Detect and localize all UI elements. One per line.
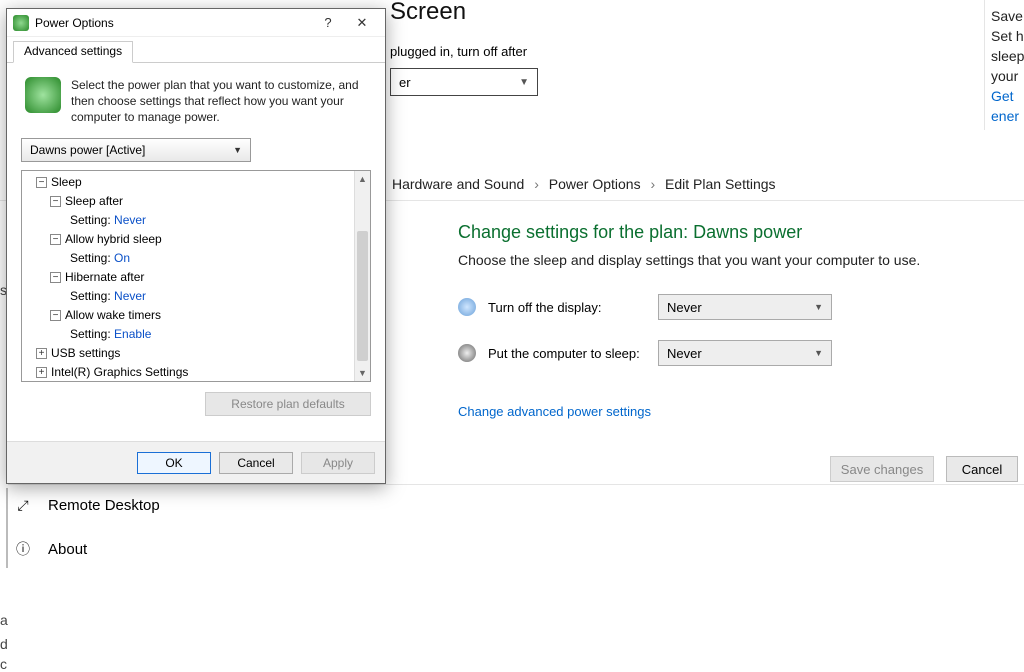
stray-char: a xyxy=(0,612,8,628)
page-title: Change settings for the plan: Dawns powe… xyxy=(458,222,802,243)
dialog-hint: Select the power plan that you want to c… xyxy=(7,63,385,136)
dialog-titlebar[interactable]: Power Options ? ✕ xyxy=(7,9,385,37)
tree-node-sleep-after[interactable]: −Sleep after xyxy=(26,192,366,211)
sleep-select[interactable]: Never ▼ xyxy=(658,340,832,366)
expand-icon[interactable]: + xyxy=(36,348,47,359)
chevron-down-icon: ▼ xyxy=(233,145,242,155)
chevron-right-icon: › xyxy=(650,176,655,192)
scroll-down-button[interactable]: ▼ xyxy=(355,365,370,381)
sidebar-item-label: Remote Desktop xyxy=(48,497,160,514)
right-rail: Save Set h sleep your Get ener xyxy=(984,0,1024,130)
tree-node-hibernate-after[interactable]: −Hibernate after xyxy=(26,268,366,287)
right-text: sleep xyxy=(991,48,1024,64)
battery-icon xyxy=(25,77,61,113)
breadcrumb-item[interactable]: Hardware and Sound xyxy=(392,176,524,192)
scrollbar[interactable]: ▲ ▼ xyxy=(354,171,370,381)
tree-node-hybrid-sleep[interactable]: −Allow hybrid sleep xyxy=(26,230,366,249)
tree-node-sleep[interactable]: −Sleep xyxy=(26,173,366,192)
turn-off-display-row: Turn off the display: Never ▼ xyxy=(458,294,832,320)
collapse-icon[interactable]: − xyxy=(50,196,61,207)
sleep-value: Never xyxy=(667,346,702,361)
sidebar-item-about[interactable]: ⓘ About xyxy=(14,540,87,558)
dialog-hint-text: Select the power plan that you want to c… xyxy=(71,77,371,126)
chevron-down-icon: ▼ xyxy=(814,302,823,312)
ok-button[interactable]: OK xyxy=(137,452,211,474)
tree-node-wake-timers[interactable]: −Allow wake timers xyxy=(26,306,366,325)
tree-node-usb-settings[interactable]: +USB settings xyxy=(26,344,366,363)
tree-leaf-sleep-after-setting[interactable]: Setting: Never xyxy=(26,211,366,230)
tree-node-graphics-settings[interactable]: +Intel(R) Graphics Settings xyxy=(26,363,366,381)
turn-off-display-value: Never xyxy=(667,300,702,315)
right-text: your xyxy=(991,68,1024,84)
power-plan-select[interactable]: Dawns power [Active] ▼ xyxy=(21,138,251,162)
info-icon: ⓘ xyxy=(14,540,32,558)
turn-off-display-select[interactable]: Never ▼ xyxy=(658,294,832,320)
sidebar-item-remote-desktop[interactable]: ⤢ Remote Desktop xyxy=(14,496,160,514)
power-options-icon xyxy=(13,15,29,31)
dialog-tab-row: Advanced settings xyxy=(7,37,385,63)
settings-tree: −Sleep −Sleep after Setting: Never −Allo… xyxy=(21,170,371,382)
setting-value[interactable]: Never xyxy=(114,289,146,303)
tree-leaf-hybrid-sleep-setting[interactable]: Setting: On xyxy=(26,249,366,268)
setting-value[interactable]: On xyxy=(114,251,130,265)
save-changes-button[interactable]: Save changes xyxy=(830,456,934,482)
close-button[interactable]: ✕ xyxy=(345,11,379,35)
chevron-down-icon: ▼ xyxy=(519,77,529,88)
chevron-down-icon: ▼ xyxy=(814,348,823,358)
right-text: Set h xyxy=(991,28,1024,44)
sidebar-item-label: About xyxy=(48,541,87,558)
apply-button[interactable]: Apply xyxy=(301,452,375,474)
right-text: Save xyxy=(991,8,1024,24)
tree-leaf-wake-timers-setting[interactable]: Setting: Enable xyxy=(26,325,366,344)
breadcrumb: Hardware and Sound › Power Options › Edi… xyxy=(392,176,776,192)
cancel-button[interactable]: Cancel xyxy=(946,456,1018,482)
power-options-dialog: Power Options ? ✕ Advanced settings Sele… xyxy=(6,8,386,484)
tree-leaf-hibernate-after-setting[interactable]: Setting: Never xyxy=(26,287,366,306)
sidebar-indicator xyxy=(6,488,8,568)
breadcrumb-item[interactable]: Edit Plan Settings xyxy=(665,176,776,192)
advanced-power-settings-link[interactable]: Change advanced power settings xyxy=(458,404,651,419)
collapse-icon[interactable]: − xyxy=(50,272,61,283)
expand-icon[interactable]: + xyxy=(36,367,47,378)
sleep-label: Put the computer to sleep: xyxy=(488,346,648,361)
breadcrumb-item[interactable]: Power Options xyxy=(549,176,641,192)
divider xyxy=(8,484,1024,485)
stray-char: c xyxy=(0,656,7,672)
right-link[interactable]: ener xyxy=(991,108,1024,124)
setting-value[interactable]: Enable xyxy=(114,327,151,341)
collapse-icon[interactable]: − xyxy=(50,234,61,245)
page-subtitle: Choose the sleep and display settings th… xyxy=(458,252,920,268)
setting-value[interactable]: Never xyxy=(114,213,146,227)
remote-desktop-icon: ⤢ xyxy=(14,496,32,514)
scroll-thumb[interactable] xyxy=(357,231,368,361)
display-icon xyxy=(458,298,476,316)
scroll-up-button[interactable]: ▲ xyxy=(355,171,370,187)
help-button[interactable]: ? xyxy=(311,11,345,35)
screen-heading-fragment: Screen xyxy=(390,0,466,26)
tab-advanced-settings[interactable]: Advanced settings xyxy=(13,41,133,63)
display-timeout-label: plugged in, turn off after xyxy=(390,44,527,59)
restore-defaults-button[interactable]: Restore plan defaults xyxy=(205,392,371,416)
moon-icon xyxy=(458,344,476,362)
dialog-footer: OK Cancel Apply xyxy=(7,441,385,483)
sleep-row: Put the computer to sleep: Never ▼ xyxy=(458,340,832,366)
cancel-button[interactable]: Cancel xyxy=(219,452,293,474)
dialog-title: Power Options xyxy=(35,16,311,30)
turn-off-display-label: Turn off the display: xyxy=(488,300,648,315)
collapse-icon[interactable]: − xyxy=(36,177,47,188)
stray-char: d xyxy=(0,636,8,652)
chevron-right-icon: › xyxy=(534,176,539,192)
right-link[interactable]: Get xyxy=(991,88,1024,104)
collapse-icon[interactable]: − xyxy=(50,310,61,321)
display-timeout-select[interactable]: er ▼ xyxy=(390,68,538,96)
power-plan-value: Dawns power [Active] xyxy=(30,143,145,157)
display-timeout-value: er xyxy=(399,75,411,90)
